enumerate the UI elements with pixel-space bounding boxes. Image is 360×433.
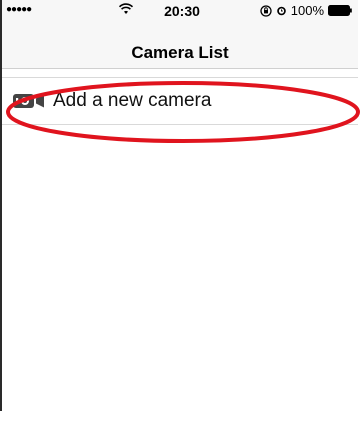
status-right-group: 100%: [260, 3, 352, 18]
camera-list: Add a new camera: [2, 77, 358, 125]
battery-icon: [328, 5, 352, 16]
video-camera-icon: [13, 94, 44, 108]
status-bar: ●●●●● 20:30 100%: [2, 0, 358, 22]
navigation-bar: Camera List: [2, 22, 358, 69]
rotation-lock-icon: [260, 4, 272, 17]
page-title: Camera List: [131, 43, 229, 62]
add-camera-label: Add a new camera: [53, 90, 212, 111]
add-camera-list-item[interactable]: Add a new camera: [2, 77, 358, 125]
phone-screen: ●●●●● 20:30 100% Camera List Add a new c…: [0, 0, 358, 411]
alarm-icon: [276, 6, 286, 16]
battery-percent: 100%: [290, 3, 324, 18]
